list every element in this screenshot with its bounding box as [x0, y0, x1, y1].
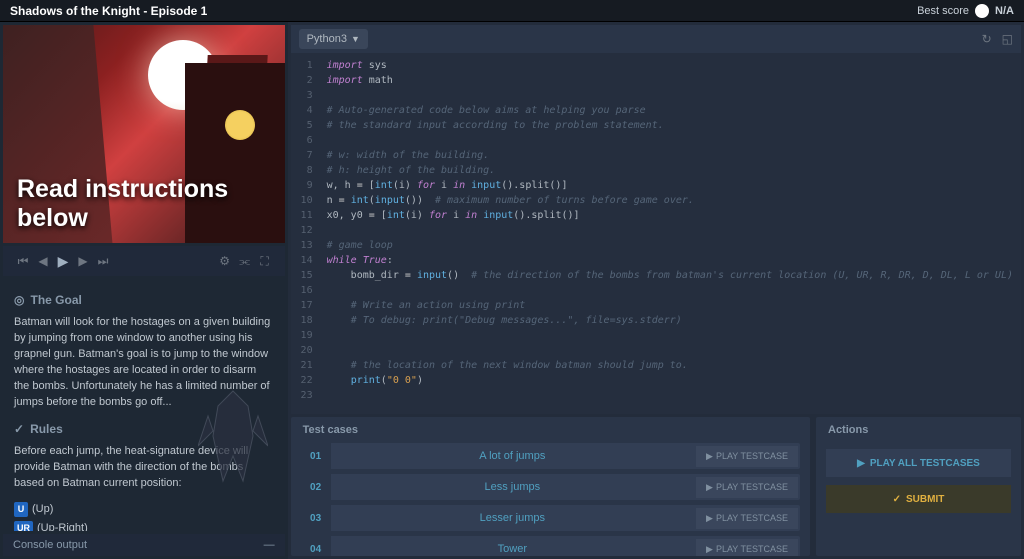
best-score: Best score N/A	[917, 4, 1014, 18]
direction-tag: U	[14, 502, 28, 517]
testcase-number: 01	[301, 443, 331, 469]
score-badge-icon	[975, 4, 989, 18]
goal-heading: ◎The Goal	[14, 292, 274, 309]
expand-icon[interactable]: ◱	[1002, 32, 1013, 46]
testcase-row: 02Less jumps▶ PLAY TESTCASE	[301, 474, 800, 500]
play-icon: ▶	[706, 451, 713, 462]
page-title: Shadows of the Knight - Episode 1	[10, 4, 207, 18]
gear-icon[interactable]: ⚙	[215, 254, 235, 268]
play-testcase-button[interactable]: ▶ PLAY TESTCASE	[696, 477, 798, 498]
testcases-panel: Test cases 01A lot of jumps▶ PLAY TESTCA…	[291, 417, 810, 556]
play-all-button[interactable]: ▶PLAY ALL TESTCASES	[826, 449, 1011, 477]
testcase-number: 04	[301, 536, 331, 556]
submit-button[interactable]: ✓SUBMIT	[826, 485, 1011, 513]
right-panel: Python3 ▼ ↻ ◱ 12345678910111213141516171…	[288, 22, 1024, 559]
testcase-row: 01A lot of jumps▶ PLAY TESTCASE	[301, 443, 800, 469]
testcase-row: 04Tower▶ PLAY TESTCASE	[301, 536, 800, 556]
check-icon: ✓	[14, 421, 24, 438]
testcase-number: 02	[301, 474, 331, 500]
target-icon: ◎	[14, 292, 24, 309]
skip-forward-icon[interactable]: ⏭	[93, 254, 113, 269]
check-icon: ✓	[893, 494, 901, 505]
direction-tag: UR	[14, 521, 33, 531]
play-testcase-button[interactable]: ▶ PLAY TESTCASE	[696, 508, 798, 529]
console-header[interactable]: Console output —	[3, 534, 285, 556]
language-select[interactable]: Python3 ▼	[299, 29, 368, 49]
play-testcase-button[interactable]: ▶ PLAY TESTCASE	[696, 539, 798, 557]
top-bar: Shadows of the Knight - Episode 1 Best s…	[0, 0, 1024, 22]
batman-illustration	[198, 386, 268, 486]
direction-item: UR (Up-Right)	[14, 521, 274, 531]
play-testcase-button[interactable]: ▶ PLAY TESTCASE	[696, 446, 798, 467]
minimize-icon[interactable]: —	[264, 539, 275, 551]
direction-label: (Up)	[32, 503, 53, 515]
chevron-down-icon: ▼	[351, 34, 360, 44]
replay-controls: ⏮ ◀ ▶ ▶ ⏭ ⚙ ⫘ ⛶	[3, 246, 285, 276]
banner-overlay-text: Read instructions below	[17, 175, 285, 233]
skip-back-icon[interactable]: ⏮	[13, 254, 33, 269]
fullscreen-icon[interactable]: ⛶	[255, 254, 275, 269]
actions-panel: Actions ▶PLAY ALL TESTCASES ✓SUBMIT	[816, 417, 1021, 556]
code-editor[interactable]: 1234567891011121314151617181920212223 im…	[291, 53, 1021, 414]
step-back-icon[interactable]: ◀	[33, 254, 53, 268]
share-icon[interactable]: ⫘	[235, 254, 255, 269]
testcase-name: Lesser jumps	[331, 512, 694, 524]
direction-item: U (Up)	[14, 502, 274, 518]
actions-heading: Actions	[816, 417, 1021, 443]
refresh-icon[interactable]: ↻	[982, 32, 992, 46]
testcase-name: A lot of jumps	[331, 450, 694, 462]
direction-label: (Up-Right)	[37, 522, 88, 531]
testcase-name: Tower	[331, 543, 694, 555]
step-forward-icon[interactable]: ▶	[73, 254, 93, 268]
testcase-row: 03Lesser jumps▶ PLAY TESTCASE	[301, 505, 800, 531]
testcases-heading: Test cases	[291, 417, 810, 443]
editor-toolbar: Python3 ▼ ↻ ◱	[291, 25, 1021, 53]
puzzle-banner: Read instructions below	[3, 25, 285, 243]
play-icon: ▶	[706, 544, 713, 555]
left-panel: Read instructions below ⏮ ◀ ▶ ▶ ⏭ ⚙ ⫘ ⛶ …	[0, 22, 288, 559]
play-icon: ▶	[706, 513, 713, 524]
play-icon[interactable]: ▶	[53, 253, 73, 270]
direction-list: U(Up)UR(Up-Right)R(Right)DR(Down-Right)D…	[14, 502, 274, 531]
statement[interactable]: ◎The Goal Batman will look for the hosta…	[0, 276, 288, 531]
play-icon: ▶	[706, 482, 713, 493]
play-icon: ▶	[857, 458, 865, 469]
testcase-name: Less jumps	[331, 481, 694, 493]
testcase-number: 03	[301, 505, 331, 531]
